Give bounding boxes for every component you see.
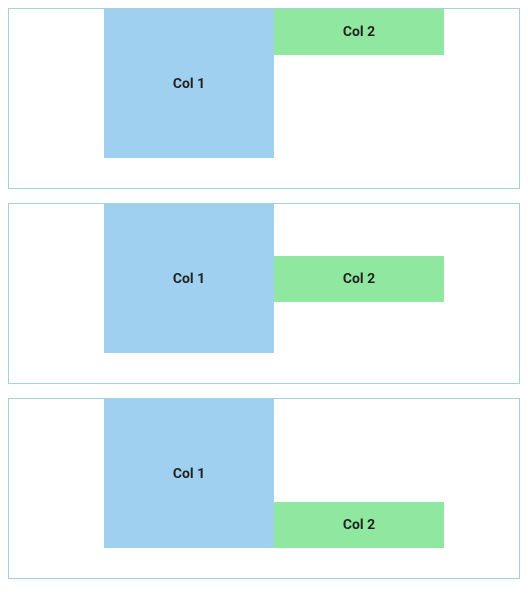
flex-row: Col 1 Col 2 bbox=[104, 399, 444, 548]
col-1: Col 1 bbox=[104, 9, 274, 158]
col-2: Col 2 bbox=[274, 256, 444, 302]
col-2: Col 2 bbox=[274, 502, 444, 548]
example-align-center: Col 1 Col 2 bbox=[8, 203, 520, 384]
flex-row: Col 1 Col 2 bbox=[104, 9, 444, 158]
flex-row: Col 1 Col 2 bbox=[104, 204, 444, 353]
col-1: Col 1 bbox=[104, 204, 274, 353]
col-1: Col 1 bbox=[104, 399, 274, 548]
example-align-end: Col 1 Col 2 bbox=[8, 398, 520, 579]
col-2: Col 2 bbox=[274, 9, 444, 55]
example-align-start: Col 1 Col 2 bbox=[8, 8, 520, 189]
